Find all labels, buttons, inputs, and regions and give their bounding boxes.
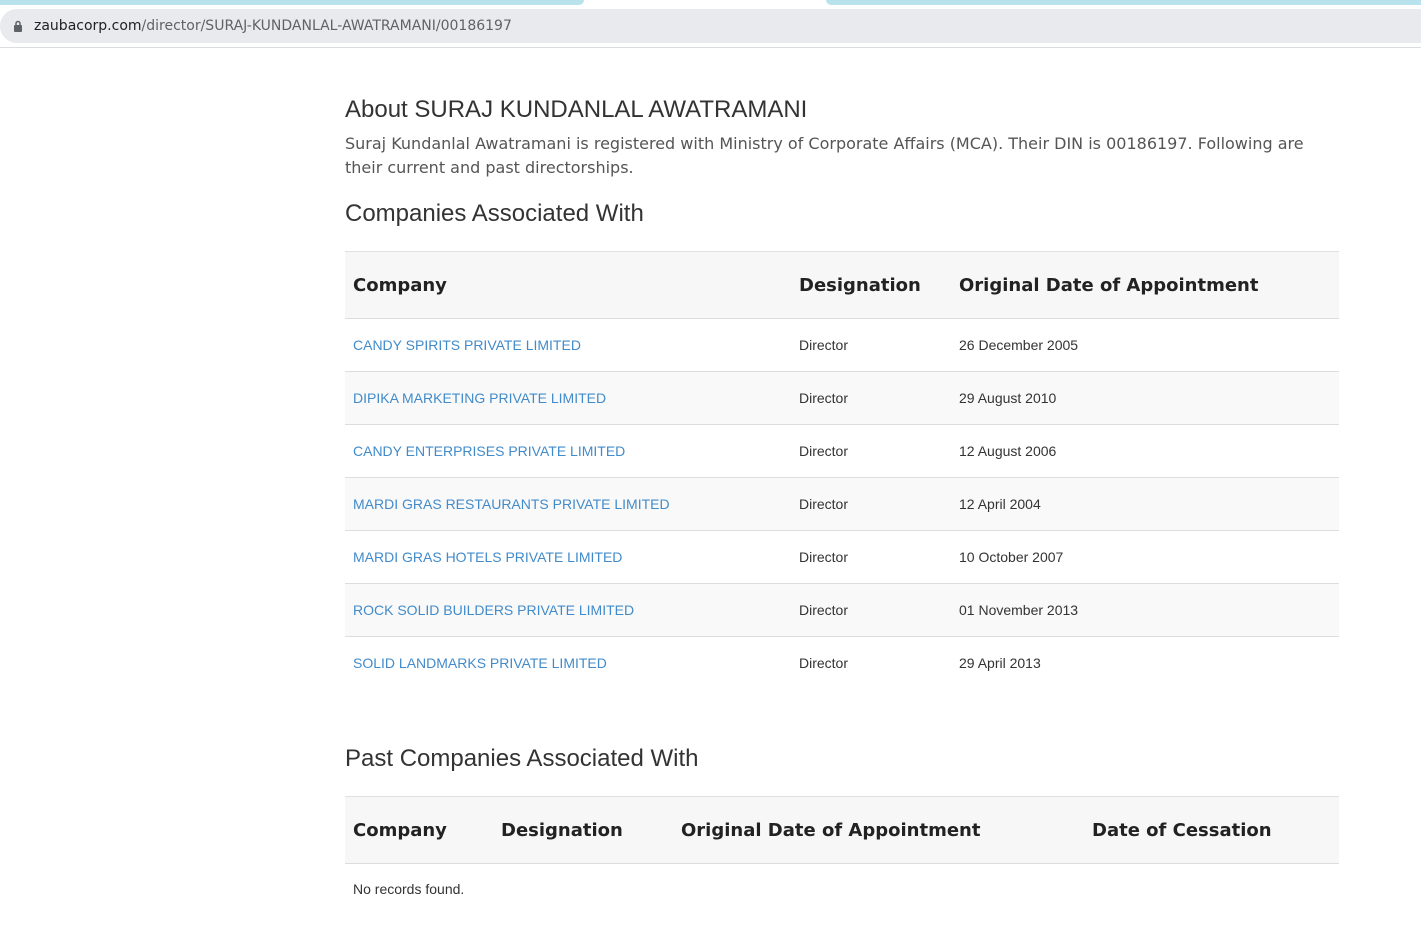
company-link[interactable]: DIPIKA MARKETING PRIVATE LIMITED: [353, 390, 606, 406]
designation-cell: Director: [791, 530, 951, 584]
table-row: MARDI GRAS RESTAURANTS PRIVATE LIMITED Di…: [345, 477, 1339, 531]
appointment-date-cell: 26 December 2005: [951, 318, 1339, 372]
company-link[interactable]: CANDY SPIRITS PRIVATE LIMITED: [353, 337, 581, 353]
company-cell: MARDI GRAS HOTELS PRIVATE LIMITED: [345, 530, 791, 584]
company-cell: CANDY ENTERPRISES PRIVATE LIMITED: [345, 424, 791, 478]
browser-tab-strip: [0, 0, 1421, 6]
appointment-date-cell: 10 October 2007: [951, 530, 1339, 584]
table-row: DIPIKA MARKETING PRIVATE LIMITED Director…: [345, 371, 1339, 425]
browser-tab-right[interactable]: [826, 0, 1421, 5]
past-companies-table: Company Designation Original Date of App…: [345, 796, 1339, 864]
column-header-company: Company: [345, 796, 493, 864]
company-link[interactable]: SOLID LANDMARKS PRIVATE LIMITED: [353, 655, 607, 671]
column-header-cessation-date: Date of Cessation: [1084, 796, 1339, 864]
current-companies-heading: Companies Associated With: [345, 200, 644, 227]
table-row: ROCK SOLID BUILDERS PRIVATE LIMITED Direc…: [345, 583, 1339, 637]
toolbar-divider: [0, 47, 1421, 48]
designation-cell: Director: [791, 477, 951, 531]
table-row: CANDY SPIRITS PRIVATE LIMITED Director 26 …: [345, 318, 1339, 372]
column-header-appointment-date: Original Date of Appointment: [673, 796, 1084, 864]
page-title: About SURAJ KUNDANLAL AWATRAMANI: [345, 96, 808, 123]
appointment-date-cell: 29 April 2013: [951, 636, 1339, 689]
table-row: MARDI GRAS HOTELS PRIVATE LIMITED Directo…: [345, 530, 1339, 584]
lock-icon[interactable]: [12, 19, 24, 33]
appointment-date-cell: 12 April 2004: [951, 477, 1339, 531]
url-path: /director/SURAJ-KUNDANLAL-AWATRAMANI/001…: [141, 18, 512, 34]
current-companies-rows: CANDY SPIRITS PRIVATE LIMITED Director 26 …: [345, 318, 1339, 689]
current-companies-table: Company Designation Original Date of App…: [345, 251, 1339, 689]
column-header-designation: Designation: [791, 251, 951, 319]
company-link[interactable]: MARDI GRAS HOTELS PRIVATE LIMITED: [353, 549, 622, 565]
company-link[interactable]: ROCK SOLID BUILDERS PRIVATE LIMITED: [353, 602, 634, 618]
table-row: CANDY ENTERPRISES PRIVATE LIMITED Directo…: [345, 424, 1339, 478]
designation-cell: Director: [791, 424, 951, 478]
appointment-date-cell: 29 August 2010: [951, 371, 1339, 425]
company-cell: ROCK SOLID BUILDERS PRIVATE LIMITED: [345, 583, 791, 637]
url-host: zaubacorp.com: [34, 18, 142, 34]
company-link[interactable]: CANDY ENTERPRISES PRIVATE LIMITED: [353, 443, 625, 459]
table-header-row: Company Designation Original Date of App…: [345, 796, 1339, 864]
company-cell: CANDY SPIRITS PRIVATE LIMITED: [345, 318, 791, 372]
company-cell: DIPIKA MARKETING PRIVATE LIMITED: [345, 371, 791, 425]
appointment-date-cell: 01 November 2013: [951, 583, 1339, 637]
table-header-row: Company Designation Original Date of App…: [345, 251, 1339, 319]
address-bar[interactable]: zaubacorp.com/director/SURAJ-KUNDANLAL-A…: [0, 9, 1421, 43]
designation-cell: Director: [791, 318, 951, 372]
column-header-company: Company: [345, 251, 791, 319]
table-row: SOLID LANDMARKS PRIVATE LIMITED Director 2…: [345, 636, 1339, 689]
director-description: Suraj Kundanlal Awatramani is registered…: [345, 134, 1304, 177]
browser-tab-left[interactable]: [0, 0, 584, 5]
designation-cell: Director: [791, 371, 951, 425]
company-cell: MARDI GRAS RESTAURANTS PRIVATE LIMITED: [345, 477, 791, 531]
no-records-message: No records found.: [353, 881, 465, 897]
designation-cell: Director: [791, 636, 951, 689]
company-cell: SOLID LANDMARKS PRIVATE LIMITED: [345, 636, 791, 689]
past-companies-heading: Past Companies Associated With: [345, 745, 699, 772]
column-header-designation: Designation: [493, 796, 673, 864]
appointment-date-cell: 12 August 2006: [951, 424, 1339, 478]
url-text[interactable]: zaubacorp.com/director/SURAJ-KUNDANLAL-A…: [34, 18, 512, 34]
company-link[interactable]: MARDI GRAS RESTAURANTS PRIVATE LIMITED: [353, 496, 670, 512]
column-header-appointment-date: Original Date of Appointment: [951, 251, 1339, 319]
designation-cell: Director: [791, 583, 951, 637]
